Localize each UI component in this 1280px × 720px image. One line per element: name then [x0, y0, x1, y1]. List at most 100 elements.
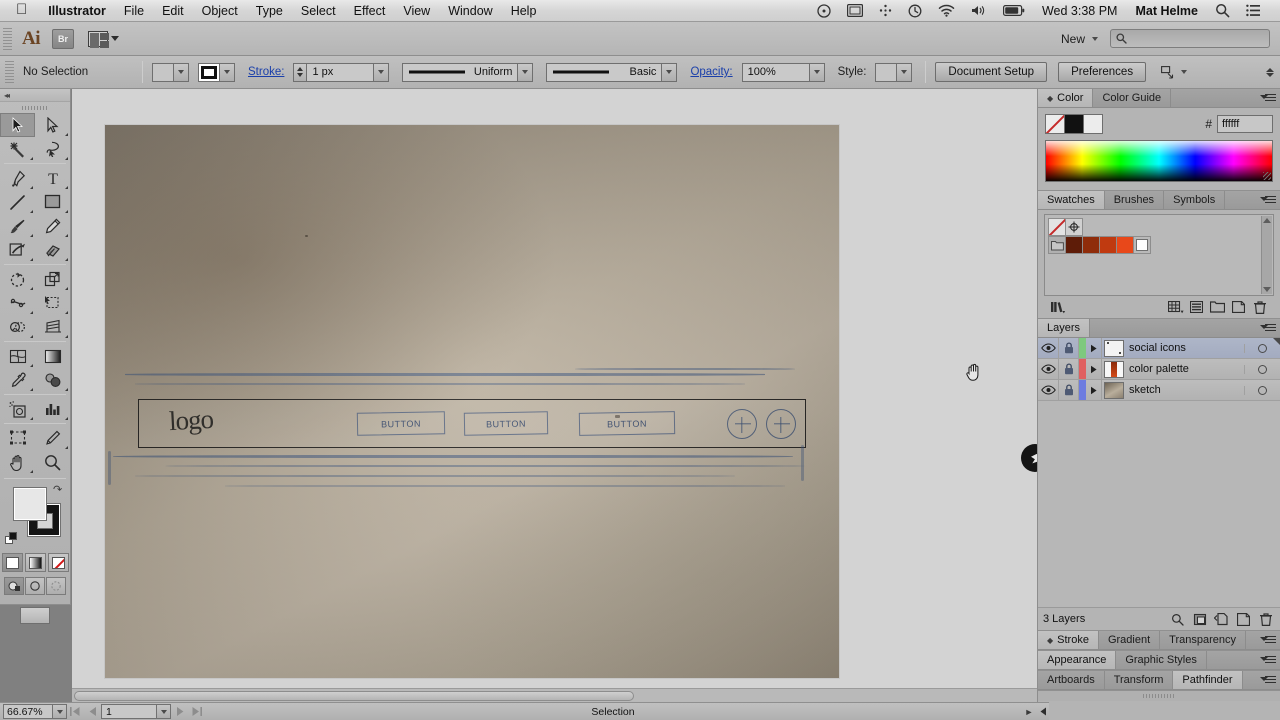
pen-tool[interactable]	[0, 166, 35, 190]
rectangle-tool[interactable]	[35, 190, 70, 214]
tab-color-guide[interactable]: Color Guide	[1093, 89, 1172, 107]
draw-inside-mode[interactable]	[46, 577, 66, 595]
help-search-box[interactable]	[1110, 29, 1270, 48]
hand-tool[interactable]	[0, 450, 35, 474]
sketch-button-2[interactable]: BUTTON	[463, 411, 549, 436]
sketch-button-3[interactable]: BUTTON	[578, 411, 676, 436]
opacity-value[interactable]: 100%	[741, 62, 810, 82]
layer-expand-toggle[interactable]	[1086, 359, 1102, 379]
layers-list[interactable]: social icons color palette sketch	[1038, 338, 1280, 608]
column-graph-tool[interactable]	[35, 397, 70, 421]
color-fill-mode[interactable]	[1, 553, 23, 572]
stroke-swatch[interactable]	[198, 62, 220, 82]
layer-target-indicator[interactable]	[1244, 385, 1280, 395]
color-group-folder[interactable]	[1048, 236, 1066, 254]
delete-swatch-icon[interactable]	[1250, 298, 1269, 316]
layers-panel-menu-icon[interactable]	[1259, 319, 1280, 337]
default-fill-stroke-icon[interactable]	[5, 532, 18, 545]
gradient-fill-mode[interactable]	[24, 553, 46, 572]
fill-dropdown-button[interactable]	[174, 62, 189, 82]
table-row[interactable]: social icons	[1038, 338, 1280, 359]
sketch-wireframe-bar[interactable]: logo BUTTON BUTTON BUTTON	[138, 399, 806, 448]
direct-selection-tool[interactable]	[35, 113, 70, 137]
pencil-tool[interactable]	[35, 214, 70, 238]
arrange-documents-button[interactable]	[88, 30, 119, 48]
notification-center-icon[interactable]	[1239, 4, 1268, 17]
sketch-photo-artwork[interactable]: logo BUTTON BUTTON BUTTON	[105, 125, 839, 678]
fill-color-control[interactable]	[152, 62, 189, 82]
artboard-number-field[interactable]: 1	[101, 704, 157, 719]
menu-item-illustrator[interactable]: Illustrator	[39, 0, 115, 22]
zoom-tool[interactable]	[35, 450, 70, 474]
swatch-libraries-icon[interactable]	[1049, 298, 1068, 316]
tab-stroke[interactable]: ◆ Stroke	[1038, 631, 1099, 649]
opacity-link[interactable]: Opacity:	[690, 66, 732, 78]
fill-swatch[interactable]	[152, 62, 174, 82]
menu-item-help[interactable]: Help	[502, 0, 546, 22]
artboard-dropdown-button[interactable]	[157, 704, 171, 719]
tab-swatches[interactable]: Swatches	[1038, 191, 1105, 209]
tab-color[interactable]: ◆ Color	[1038, 89, 1094, 107]
status-text[interactable]: Selection	[205, 706, 1021, 718]
last-artboard-icon[interactable]	[188, 704, 205, 720]
none-swatch[interactable]	[1048, 218, 1066, 236]
layer-name[interactable]: color palette	[1129, 363, 1244, 375]
sketch-icon-circle-1[interactable]	[727, 409, 757, 439]
rotate-tool[interactable]	[0, 267, 35, 291]
apple-logo-icon[interactable]: 	[8, 0, 39, 22]
selection-tool[interactable]	[0, 113, 35, 137]
color-spectrum-ramp[interactable]	[1045, 140, 1273, 182]
mesh-tool[interactable]	[0, 344, 35, 368]
menu-item-view[interactable]: View	[394, 0, 439, 22]
pathfinder-panel-menu-icon[interactable]	[1259, 671, 1280, 689]
brush-definition-value[interactable]: Basic	[546, 62, 663, 82]
menu-item-effect[interactable]: Effect	[345, 0, 395, 22]
panel-resize-grip[interactable]	[1263, 172, 1271, 180]
first-artboard-icon[interactable]	[67, 704, 84, 720]
make-clipping-mask-icon[interactable]	[1190, 610, 1209, 628]
dock-resize-grip[interactable]	[1038, 691, 1280, 701]
stroke-profile-dropdown-button[interactable]	[518, 62, 534, 82]
display-icon[interactable]	[840, 4, 870, 17]
width-tool[interactable]	[0, 291, 35, 315]
previous-artboard-icon[interactable]	[84, 704, 101, 720]
tab-gradient[interactable]: Gradient	[1098, 631, 1161, 649]
stroke-profile-control[interactable]: Uniform	[402, 62, 534, 82]
stroke-color-control[interactable]	[198, 62, 235, 82]
eyedropper-tool[interactable]	[0, 368, 35, 392]
stroke-link[interactable]: Stroke:	[248, 66, 284, 78]
horizontal-scrollbar[interactable]	[72, 688, 1037, 702]
sketch-icon-circle-2[interactable]	[766, 409, 796, 439]
layer-lock-toggle[interactable]	[1059, 380, 1079, 400]
layer-visibility-toggle[interactable]	[1038, 380, 1059, 400]
delete-selection-icon[interactable]	[1256, 610, 1275, 628]
graphic-style-control[interactable]	[875, 62, 913, 82]
battery-icon[interactable]	[996, 5, 1032, 16]
fill-color-proxy[interactable]	[13, 487, 47, 521]
status-bar-corner[interactable]	[1037, 702, 1049, 720]
layer-name[interactable]: social icons	[1129, 342, 1244, 354]
swatch-orange-red[interactable]	[1116, 236, 1134, 254]
swatch-brown[interactable]	[1082, 236, 1100, 254]
table-row[interactable]: color palette	[1038, 359, 1280, 380]
menu-item-edit[interactable]: Edit	[153, 0, 193, 22]
tools-drag-grip[interactable]	[0, 102, 70, 113]
black-swatch[interactable]	[1064, 114, 1084, 134]
white-swatch[interactable]	[1083, 114, 1103, 134]
wifi-icon[interactable]	[931, 4, 962, 17]
tab-artboards[interactable]: Artboards	[1038, 671, 1105, 689]
shape-builder-tool[interactable]	[0, 315, 35, 339]
tab-pathfinder[interactable]: Pathfinder	[1173, 671, 1243, 689]
preferences-button[interactable]: Preferences	[1058, 62, 1147, 82]
sketch-button-1[interactable]: BUTTON	[356, 411, 446, 436]
tab-brushes[interactable]: Brushes	[1104, 191, 1165, 209]
layer-lock-toggle[interactable]	[1059, 338, 1079, 358]
tab-graphic-styles[interactable]: Graphic Styles	[1116, 651, 1207, 669]
tab-layers[interactable]: Layers	[1038, 319, 1091, 337]
layer-name[interactable]: sketch	[1129, 384, 1244, 396]
table-row[interactable]: sketch	[1038, 380, 1280, 401]
layer-expand-toggle[interactable]	[1086, 380, 1102, 400]
status-menu-icon[interactable]: ►	[1021, 707, 1037, 717]
stroke-panel-menu-icon[interactable]	[1259, 631, 1280, 649]
new-color-group-icon[interactable]	[1208, 298, 1227, 316]
